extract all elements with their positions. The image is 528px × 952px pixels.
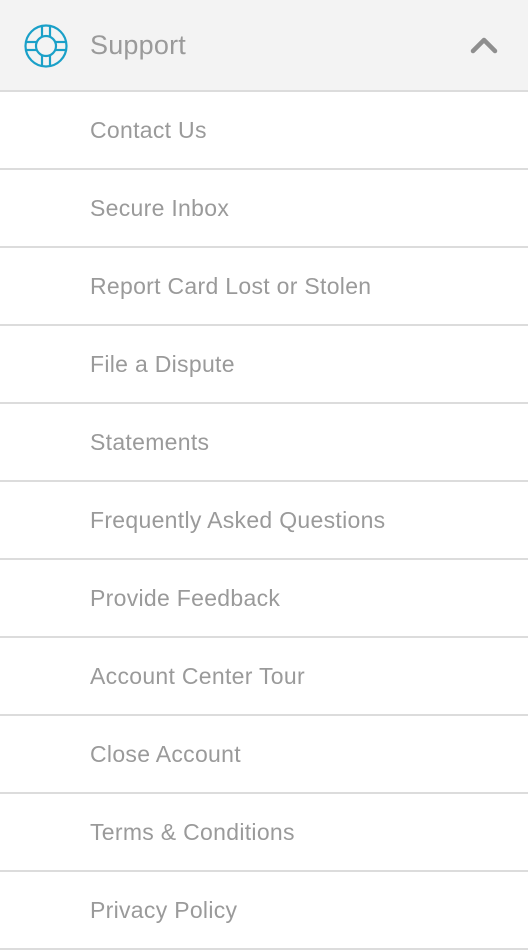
support-section-header[interactable]: Support [0, 0, 528, 92]
chevron-up-icon[interactable] [470, 36, 498, 54]
menu-item-privacy-policy[interactable]: Privacy Policy [0, 872, 528, 950]
menu-item-faq[interactable]: Frequently Asked Questions [0, 482, 528, 560]
menu-item-label: Provide Feedback [90, 584, 281, 611]
menu-item-label: File a Dispute [90, 350, 235, 377]
support-menu: Support Contact Us Secure Inbox Report C… [0, 0, 528, 950]
menu-item-statements[interactable]: Statements [0, 404, 528, 482]
menu-item-label: Secure Inbox [90, 194, 230, 221]
menu-item-report-card-lost-or-stolen[interactable]: Report Card Lost or Stolen [0, 248, 528, 326]
menu-item-file-a-dispute[interactable]: File a Dispute [0, 326, 528, 404]
menu-item-account-center-tour[interactable]: Account Center Tour [0, 638, 528, 716]
lifebuoy-icon [24, 24, 68, 68]
menu-item-label: Frequently Asked Questions [90, 506, 386, 533]
menu-item-label: Close Account [90, 740, 241, 767]
section-title: Support [90, 29, 186, 60]
menu-item-provide-feedback[interactable]: Provide Feedback [0, 560, 528, 638]
menu-item-label: Terms & Conditions [90, 818, 295, 845]
menu-item-terms-and-conditions[interactable]: Terms & Conditions [0, 794, 528, 872]
menu-item-secure-inbox[interactable]: Secure Inbox [0, 170, 528, 248]
menu-item-close-account[interactable]: Close Account [0, 716, 528, 794]
menu-item-label: Contact Us [90, 116, 207, 143]
menu-item-label: Account Center Tour [90, 662, 305, 689]
menu-item-label: Report Card Lost or Stolen [90, 272, 372, 299]
menu-item-label: Statements [90, 428, 210, 455]
menu-item-label: Privacy Policy [90, 896, 238, 923]
menu-item-contact-us[interactable]: Contact Us [0, 92, 528, 170]
